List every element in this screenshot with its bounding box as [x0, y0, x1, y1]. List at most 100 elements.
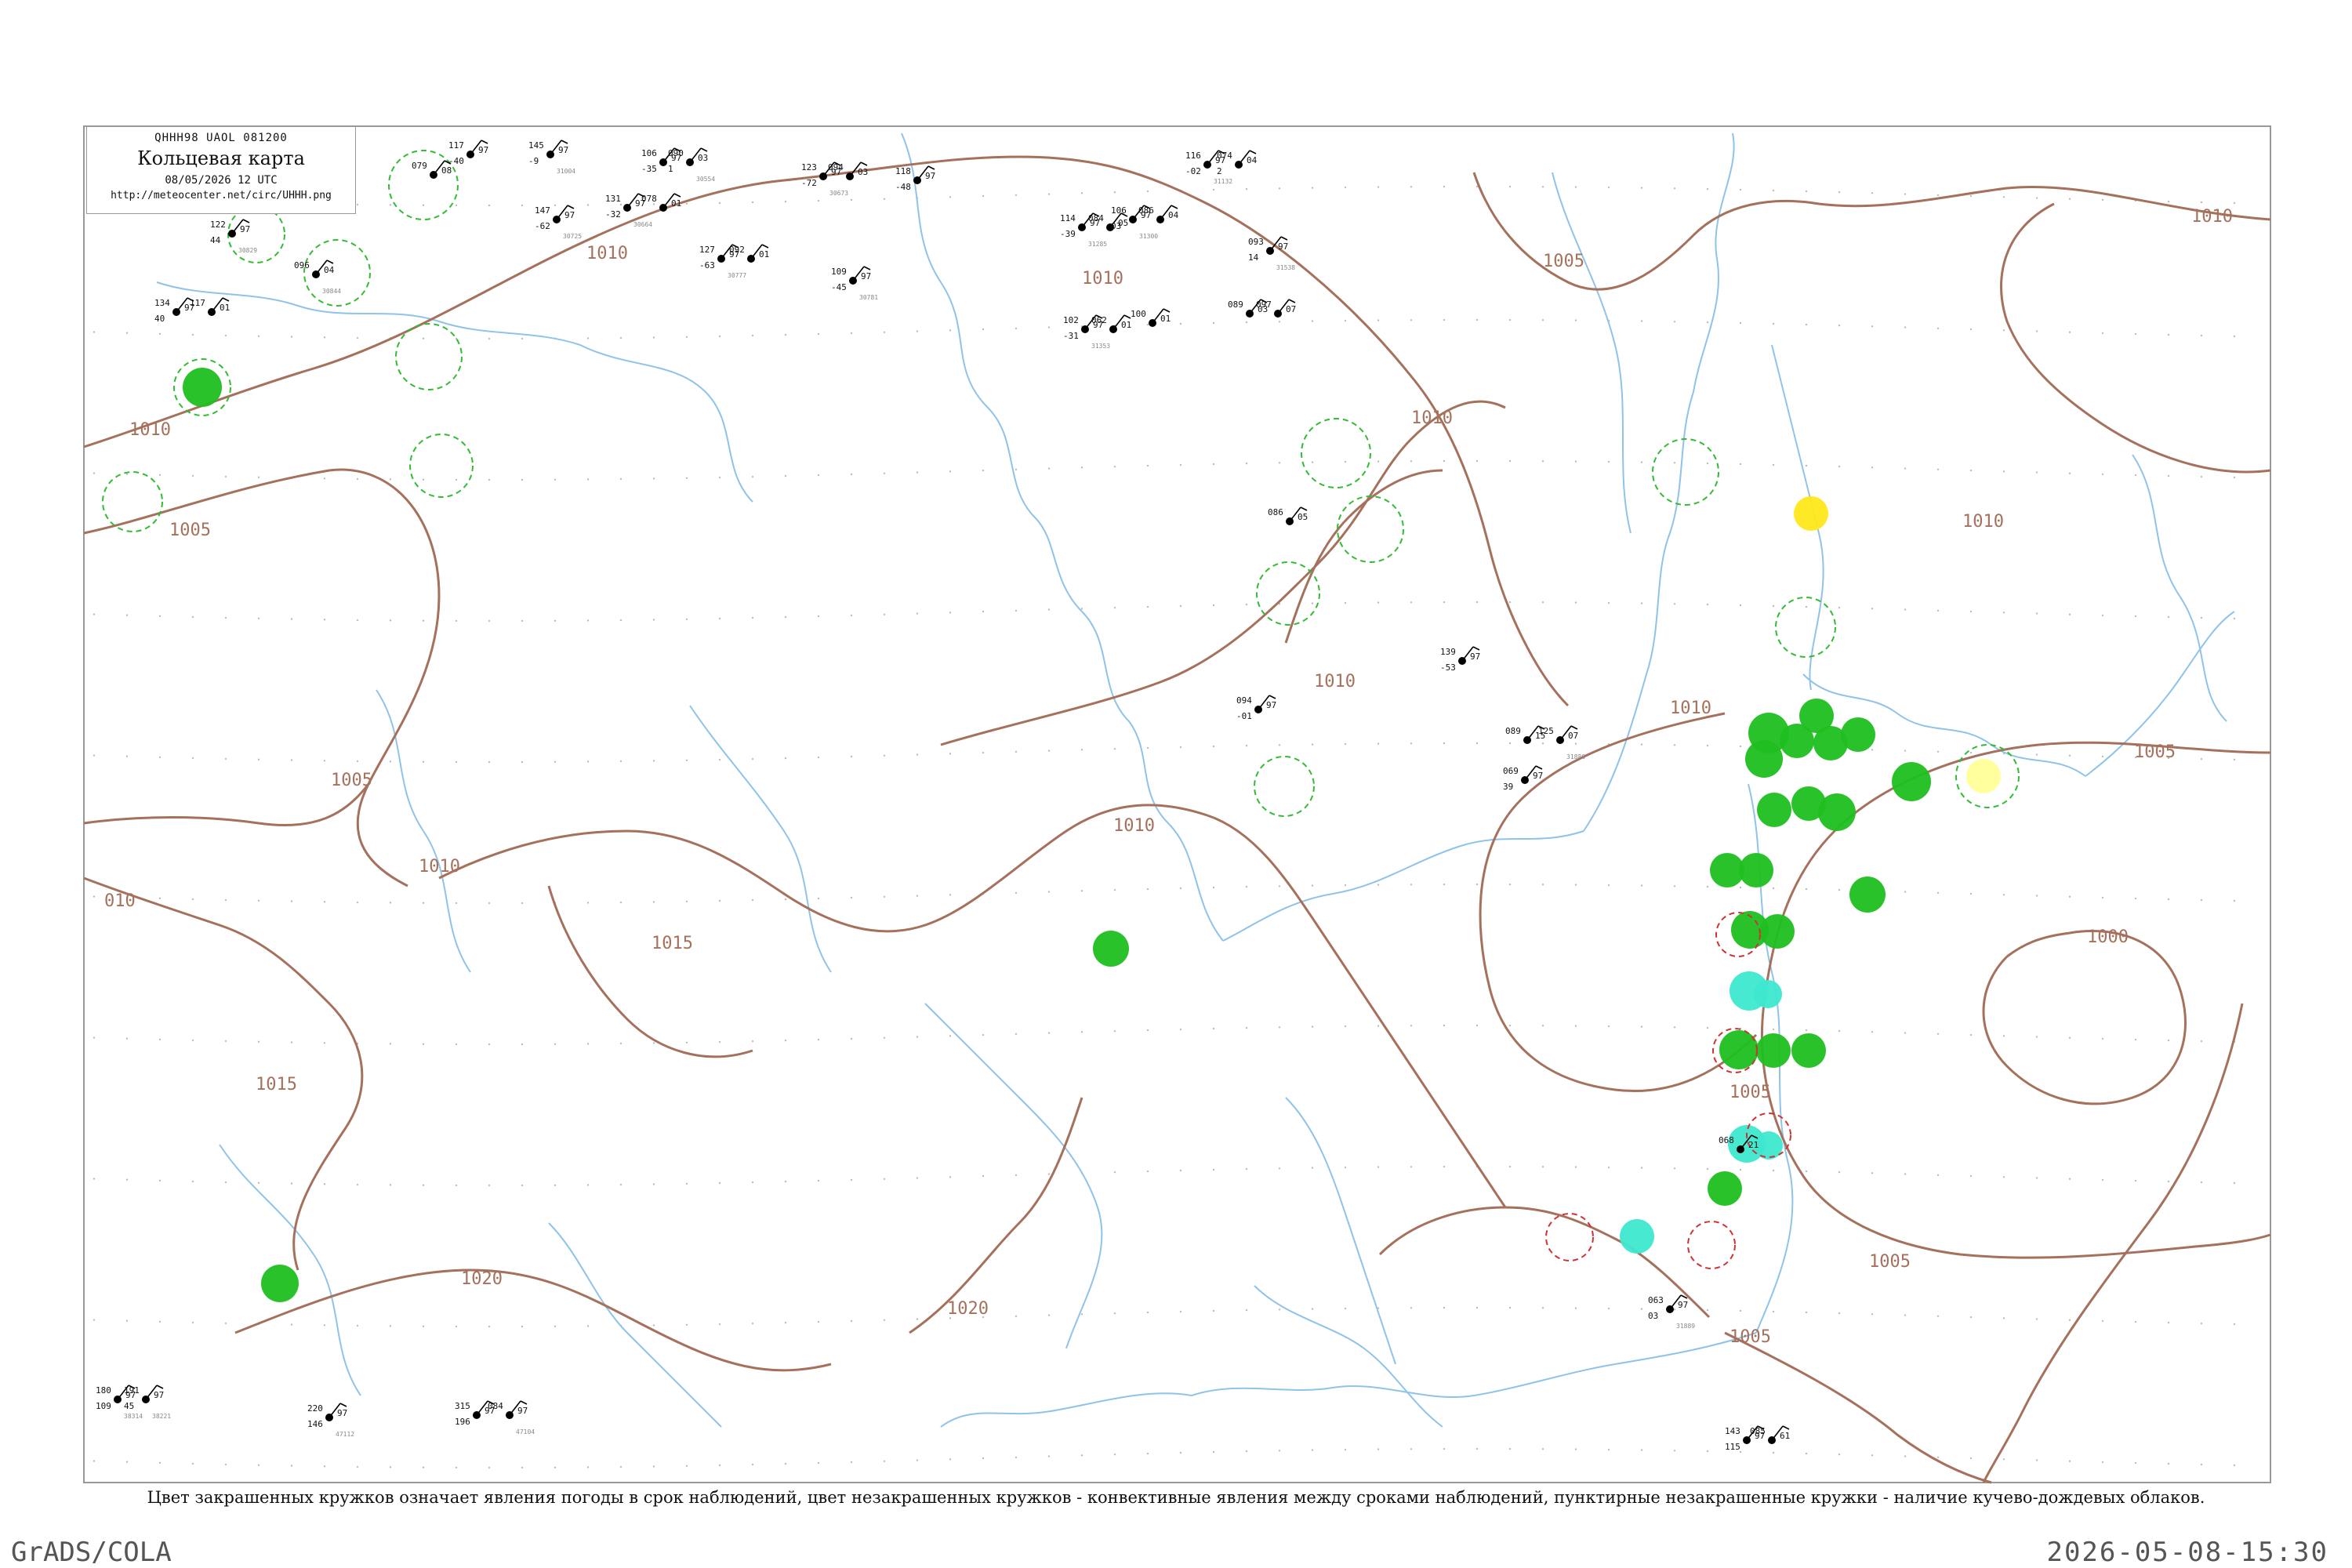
station-dewpoint: -02 [1185, 166, 1201, 176]
grid-dot [521, 619, 524, 622]
grid-dot [784, 333, 787, 336]
grid-dot [1443, 1306, 1446, 1309]
grid-dot [2035, 753, 2038, 756]
station-index: 31538 [1276, 264, 1295, 271]
grid-dot [455, 1466, 458, 1469]
grid-dot [817, 1461, 820, 1465]
grid-dot [1706, 321, 1709, 324]
station-index: 30781 [859, 294, 878, 301]
grid-dot [191, 1321, 194, 1324]
grid-dot [784, 474, 787, 477]
grid-dot [1014, 891, 1018, 895]
grid-dot [554, 1325, 557, 1327]
grid-dot [1871, 749, 1874, 751]
grid-dot [1014, 750, 1018, 753]
isobar-label: 1010 [2191, 207, 2233, 227]
grid-dot [1080, 890, 1083, 892]
grid-dot [422, 1043, 425, 1045]
grid-dot [1146, 746, 1149, 750]
grid-dot [1640, 1025, 1643, 1028]
grid-dot [1772, 604, 1775, 608]
grid-dot [2200, 757, 2203, 760]
grid-dot [257, 476, 260, 479]
weather-phenomenon-circle [183, 368, 222, 407]
station-index: 30673 [829, 190, 848, 197]
grid-dot [619, 619, 622, 622]
grid-dot [1179, 1451, 1182, 1454]
grid-dot [93, 1460, 96, 1462]
grid-dot [1146, 887, 1149, 891]
station-temperature: 086 [1138, 205, 1154, 216]
grid-dot [1212, 1168, 1215, 1171]
grid-dot [2035, 612, 2038, 615]
grid-dot [1278, 885, 1281, 887]
grid-dot [1673, 1167, 1676, 1170]
grid-dot [1443, 883, 1446, 886]
grid-dot [1508, 318, 1512, 321]
grid-dot [191, 474, 194, 477]
grid-dot [1739, 886, 1742, 889]
grid-dot [323, 1183, 326, 1185]
weather-phenomenon-circle [1841, 717, 1875, 752]
station-pressure: 01 [220, 303, 230, 313]
grid-dot [2068, 895, 2071, 898]
grid-dot [2101, 473, 2104, 476]
grid-dot [1607, 1025, 1610, 1028]
grid-dot [1673, 744, 1676, 746]
grid-dot [1936, 891, 1940, 894]
grid-dot [2233, 476, 2236, 479]
grid-dot [2134, 1179, 2137, 1182]
grid-dot [1574, 1025, 1577, 1027]
station-dewpoint: -32 [605, 209, 621, 220]
grid-dot [1739, 604, 1742, 607]
grid-dot [2200, 898, 2203, 902]
grid-dot [2101, 896, 2104, 899]
station-temperature: 220 [307, 1403, 323, 1414]
grid-dot [1080, 749, 1083, 751]
weather-phenomenon-circle [1745, 740, 1783, 778]
grid-dot [93, 331, 96, 333]
grid-dot [158, 1038, 162, 1041]
grid-dot [158, 615, 162, 618]
grid-dot [1311, 461, 1314, 463]
grid-dot [1047, 193, 1051, 195]
grid-dot [1508, 742, 1512, 745]
station-temperature: 122 [210, 220, 226, 230]
station-pressure: 03 [858, 167, 868, 177]
grid-dot [356, 619, 359, 622]
grid-dot [1245, 187, 1248, 191]
grid-dot [685, 1323, 688, 1326]
grid-dot [257, 1464, 260, 1467]
grid-dot [619, 1465, 622, 1468]
grid-dot [125, 1037, 129, 1040]
grid-dot [1344, 1307, 1347, 1310]
grid-dot [1936, 1174, 1940, 1176]
grid-dot [949, 196, 952, 198]
station-pressure: 08 [441, 165, 452, 176]
grid-dot [2002, 1317, 2005, 1319]
station-temperature: 096 [294, 260, 310, 270]
isobar-label: 1010 [419, 857, 460, 877]
grid-dot [1014, 194, 1018, 197]
grid-dot [685, 477, 688, 479]
grid-dot [850, 1319, 853, 1323]
isobar-label: 1005 [1730, 1083, 1771, 1102]
grid-dot [1574, 186, 1577, 188]
grid-dot [949, 329, 952, 332]
station-temperature: 180 [96, 1385, 111, 1396]
weather-phenomenon-circle [1791, 1033, 1826, 1068]
grid-dot [290, 1041, 293, 1044]
grid-dot [1212, 886, 1215, 889]
grid-dot [685, 336, 688, 338]
grid-dot [850, 473, 853, 476]
grid-dot [2167, 898, 2170, 901]
grid-dot [1212, 321, 1215, 325]
grid-dot [1113, 747, 1116, 750]
grid-dot [1047, 1173, 1051, 1175]
station-pressure: 97 [1678, 1300, 1688, 1310]
grid-dot [1410, 1025, 1413, 1027]
grid-dot [1607, 1307, 1610, 1310]
grid-dot [751, 898, 754, 902]
grid-dot [850, 614, 853, 617]
grid-dot [1047, 1032, 1051, 1034]
